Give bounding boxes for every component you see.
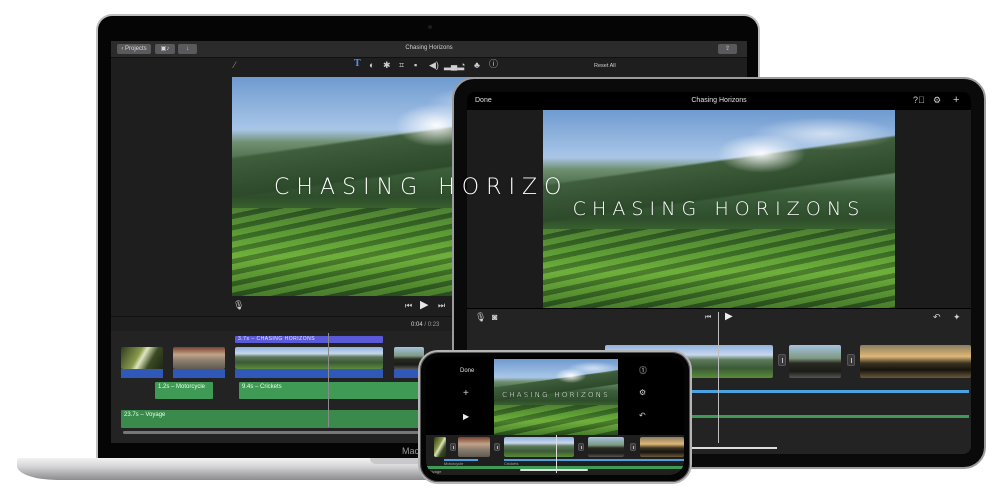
color-palette-icon[interactable]: ✱ (383, 61, 391, 70)
title-clip[interactable]: 3.7s – CHASING HORIZONS (235, 336, 383, 343)
title-text-icon[interactable]: T (354, 60, 361, 69)
ipad-viewer: CHASING HORIZONS (543, 110, 895, 308)
audio-clip-label: 9.4s – Crickets (242, 384, 282, 390)
video-clip[interactable] (860, 345, 971, 378)
undo-icon[interactable]: ↶ (933, 313, 941, 322)
add-icon[interactable]: + (953, 95, 959, 106)
music-clip-label: Voyage (428, 469, 442, 474)
video-clip[interactable] (588, 437, 624, 457)
play-icon[interactable]: ▶ (420, 300, 428, 311)
filter-icon[interactable]: ♣ (474, 61, 480, 70)
horizontal-scrollbar[interactable] (687, 447, 777, 449)
audio-clip-crickets[interactable]: 9.4s – Crickets (239, 382, 439, 399)
viewer-title-overlay: CHASING HORIZONS (502, 391, 610, 399)
video-clip[interactable] (173, 347, 225, 369)
camera-icon[interactable]: ◙ (492, 313, 497, 322)
video-clip[interactable] (640, 437, 684, 457)
clip-handle[interactable] (494, 443, 500, 451)
ipad-nav-bar: Done Chasing Horizons ?⃝ ⚙ + (467, 92, 971, 110)
camera-dot (428, 25, 432, 29)
ipad-title: Chasing Horizons (691, 97, 747, 104)
help-icon[interactable]: ?⃝ (913, 96, 925, 105)
window-title: Chasing Horizons (405, 45, 453, 51)
audio-waveform-icon[interactable]: ✦ (953, 313, 961, 322)
ipad-controls: 🎙︎ ◙ ⏮ ▶ ↶ ✦ (467, 308, 971, 327)
info-icon[interactable]: ⓘ (489, 60, 498, 69)
camera-stabilize-icon[interactable]: ▪ (414, 61, 417, 70)
share-button[interactable]: ⇪ (718, 44, 737, 54)
skip-back-icon[interactable]: ⏮ (705, 314, 711, 321)
clip-handle[interactable] (450, 443, 456, 451)
video-clip-audio (173, 369, 225, 378)
playhead[interactable] (328, 333, 329, 427)
video-clip-audio (121, 369, 163, 378)
share-icon: ⇪ (724, 46, 731, 52)
clip-handle[interactable] (630, 443, 636, 451)
audio-clip-motorcycle[interactable]: 1.2s – Motorcycle (155, 382, 213, 399)
clip-handle[interactable] (778, 354, 786, 366)
timecode: 0:04 / 0:23 (411, 322, 439, 328)
crop-icon[interactable]: ⌗ (399, 61, 404, 70)
settings-icon[interactable]: ⚙ (933, 96, 941, 105)
video-clip[interactable] (434, 437, 446, 457)
playhead[interactable] (718, 312, 719, 443)
mac-brand-label: Mac (402, 446, 420, 456)
horizontal-scrollbar[interactable] (123, 431, 433, 434)
skip-back-icon[interactable]: ⏮ (405, 302, 412, 310)
speed-icon[interactable]: ◔ (460, 61, 465, 70)
volume-icon[interactable]: ◀) (429, 61, 439, 70)
video-clip[interactable] (789, 345, 841, 378)
viewer-title-overlay: CHASING HORIZONS (572, 198, 866, 220)
video-clip[interactable] (235, 347, 383, 369)
iphone-imovie-screen: Done + ▶ CHASING HORIZONS ⓵ ⚙ ↶ Motorcyc… (426, 357, 684, 475)
audio-clip-crickets[interactable] (504, 459, 684, 461)
clip-handle[interactable] (847, 354, 855, 366)
mac-toolbar: ‹ Projects ▣♪ ↓ Chasing Horizons ⇪ (111, 41, 747, 58)
music-clip-voyage[interactable]: 23.7s – Voyage (121, 410, 441, 428)
magic-wand-icon[interactable]: ⁄ (234, 61, 236, 70)
play-icon[interactable]: ▶ (463, 413, 469, 421)
timecode-total: 0:23 (427, 322, 440, 328)
reset-all-button[interactable]: Reset All (594, 63, 616, 69)
settings-icon[interactable]: ⚙ (639, 389, 646, 397)
play-icon[interactable]: ▶ (725, 312, 733, 322)
video-clip[interactable] (458, 437, 490, 457)
viewer-title-overlay: CHASING HORIZONS (274, 175, 562, 200)
music-clip-label: 23.7s – Voyage (124, 412, 166, 418)
microphone-icon[interactable]: 🎙︎ (475, 313, 486, 322)
audio-clip-label: 1.2s – Motorcycle (158, 384, 206, 390)
playhead[interactable] (556, 435, 557, 473)
add-icon[interactable]: + (463, 389, 469, 399)
iphone-viewer: CHASING HORIZONS (494, 359, 618, 435)
timecode-current: 0:04 (411, 322, 423, 328)
clip-handle[interactable] (578, 443, 584, 451)
undo-icon[interactable]: ↶ (639, 412, 646, 420)
voiceover-mic-icon[interactable]: 🎙︎ (233, 301, 244, 310)
video-clip-audio (235, 369, 383, 378)
video-clip[interactable] (504, 437, 574, 457)
skip-forward-icon[interactable]: ⏭ (438, 302, 445, 310)
adjustments-bar: ⁄ T ◐ ✱ ⌗ ▪ ◀) ▂▄▂ ◔ ♣ ⓘ Reset All (111, 58, 747, 74)
title-clip-label: 3.7s – CHASING HORIZONS (238, 336, 316, 342)
iphone-done-button[interactable]: Done (460, 368, 474, 374)
video-clip[interactable] (121, 347, 163, 369)
share-icon[interactable]: ⓵ (639, 367, 647, 375)
home-indicator (520, 469, 588, 471)
color-balance-icon[interactable]: ◐ (369, 61, 374, 70)
timecode-separator: / (424, 322, 427, 328)
